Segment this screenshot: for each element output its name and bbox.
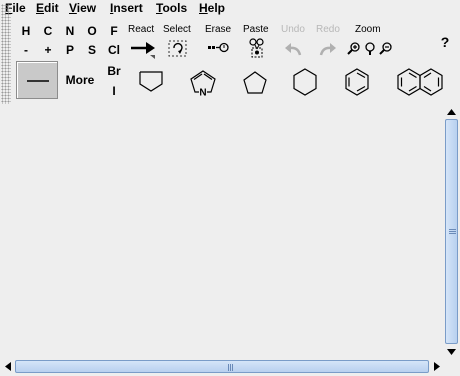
horizontal-scrollbar[interactable] (0, 359, 444, 374)
cyclohexane-icon[interactable] (290, 66, 320, 98)
menu-view-label: iew (76, 1, 97, 15)
menu-tools[interactable]: Tools (156, 1, 187, 15)
redo-icon[interactable] (318, 41, 338, 57)
menu-help-label: elp (207, 1, 226, 15)
element-c-button[interactable]: C (38, 22, 58, 40)
vertical-scroll-thumb[interactable] (445, 119, 458, 344)
select-lasso-icon[interactable] (167, 37, 189, 59)
naphthalene-icon[interactable] (395, 66, 447, 98)
menu-view[interactable]: View (69, 1, 96, 15)
undo-icon[interactable] (283, 41, 303, 57)
react-label: React (128, 24, 155, 35)
element-i-button[interactable]: I (104, 82, 124, 100)
horizontal-thumb-grip-icon (228, 364, 233, 371)
element-o-button[interactable]: O (82, 22, 102, 40)
menu-tools-label: ools (162, 1, 188, 15)
single-bond-button[interactable] (16, 61, 58, 99)
help-button[interactable]: ? (436, 33, 454, 51)
scroll-up-arrow-icon[interactable] (444, 104, 459, 119)
menu-help[interactable]: Help (199, 1, 225, 15)
erase-label: Erase (205, 24, 232, 35)
menu-edit[interactable]: Edit (36, 1, 59, 15)
undo-label: Undo (281, 24, 305, 35)
eraser-icon[interactable] (207, 40, 231, 56)
zoom-in-icon[interactable] (347, 41, 361, 55)
zoom-out-icon[interactable] (379, 41, 393, 55)
charge-minus-button[interactable]: - (16, 41, 36, 59)
react-arrow-icon[interactable] (128, 39, 158, 59)
pyrrole-nitrogen-label: N (199, 88, 206, 98)
more-templates-button[interactable]: More (62, 71, 98, 89)
pyrrole-icon[interactable]: N (188, 67, 218, 97)
menu-help-mnemonic: H (199, 1, 208, 15)
element-s-button[interactable]: S (82, 41, 102, 59)
toolbar-grip[interactable] (1, 4, 11, 104)
drawing-canvas[interactable] (0, 104, 444, 359)
menu-edit-label: dit (44, 1, 59, 15)
benzene-icon[interactable] (342, 66, 372, 98)
element-p-button[interactable]: P (60, 41, 80, 59)
element-h-button[interactable]: H (16, 22, 36, 40)
element-cl-button[interactable]: Cl (104, 41, 124, 59)
menu-edit-mnemonic: E (36, 1, 45, 15)
paste-icon[interactable] (247, 37, 267, 61)
zoom-label: Zoom (355, 24, 381, 35)
paste-label: Paste (243, 24, 269, 35)
horizontal-scroll-thumb[interactable] (15, 360, 429, 373)
scrollbar-corner (444, 359, 460, 376)
menu-insert[interactable]: Insert (110, 1, 143, 15)
menu-view-mnemonic: V (69, 1, 77, 15)
menu-bar: File Edit View Insert Tools Help (0, 0, 460, 16)
vertical-scrollbar[interactable] (444, 104, 459, 359)
redo-label: Redo (316, 24, 340, 35)
single-bond-icon (27, 80, 49, 82)
cyclopentane-icon[interactable] (241, 69, 269, 97)
select-label: Select (163, 24, 191, 35)
cyclohexane-partial-icon[interactable] (136, 68, 166, 94)
scroll-left-arrow-icon[interactable] (0, 359, 15, 374)
element-f-button[interactable]: F (104, 22, 124, 40)
vertical-thumb-grip-icon (449, 229, 456, 234)
scroll-down-arrow-icon[interactable] (444, 344, 459, 359)
menu-insert-label: nsert (113, 1, 143, 15)
element-n-button[interactable]: N (60, 22, 80, 40)
scroll-right-arrow-icon[interactable] (429, 359, 444, 374)
charge-plus-button[interactable]: + (38, 41, 58, 59)
zoom-reset-icon[interactable] (363, 41, 377, 55)
menu-file-label: ile (12, 1, 26, 15)
element-br-button[interactable]: Br (104, 62, 124, 80)
